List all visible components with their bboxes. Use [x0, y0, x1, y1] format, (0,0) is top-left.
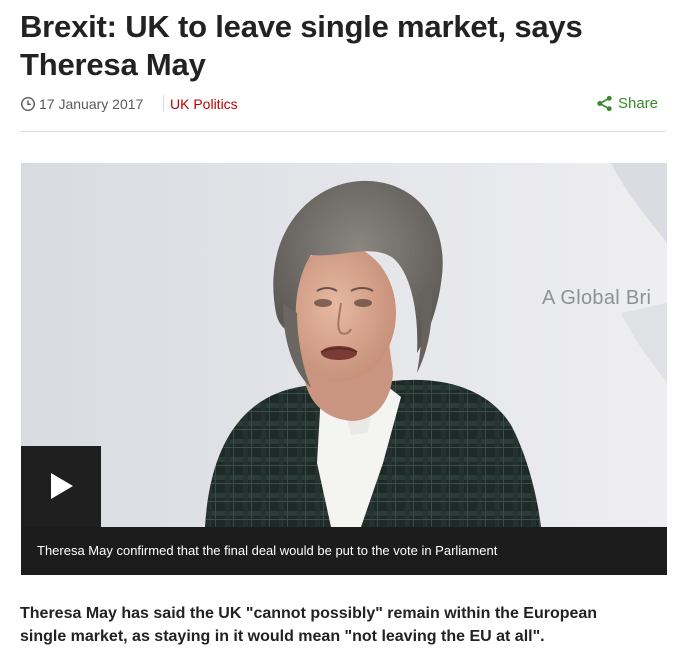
play-icon [51, 473, 73, 499]
meta-divider [163, 95, 164, 112]
article-meta-bar: 17 January 2017 UK Politics Share [20, 92, 666, 132]
play-button[interactable] [21, 446, 101, 527]
share-label: Share [617, 94, 658, 112]
share-icon [597, 95, 612, 111]
article-headline: Brexit: UK to leave single market, says … [20, 9, 583, 82]
backdrop-sign-text: A Global Bri [542, 287, 652, 309]
article-page: Brexit: UK to leave single market, says … [0, 0, 677, 659]
video-still [21, 163, 667, 527]
video-caption: Theresa May confirmed that the final dea… [21, 527, 667, 575]
share-button[interactable]: Share [596, 92, 658, 114]
article-date: 17 January 2017 [39, 96, 144, 112]
video-player[interactable]: A Global Bri Theresa May confirmed that … [21, 163, 667, 575]
clock-icon [20, 96, 36, 112]
topic-link[interactable]: UK Politics [170, 96, 238, 112]
article-summary: Theresa May has said the UK "cannot poss… [20, 605, 598, 645]
